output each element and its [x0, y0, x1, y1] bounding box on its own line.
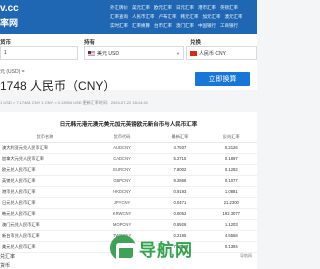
table-row[interactable]: 韩元兑人民币汇率 KRWCNY 0.0052 192.3077	[0, 208, 257, 220]
nav-link[interactable]: 韩元汇率	[181, 12, 199, 21]
currency-name[interactable]: 美元兑人民币汇率	[0, 241, 90, 253]
watermark-side-text: 导航网	[240, 253, 252, 258]
exchange-label: 兑换	[190, 40, 202, 46]
watermark: 导航网	[110, 228, 257, 268]
to-currency-value: 人民币 CNY	[199, 50, 226, 57]
nav-link[interactable]: 外汇牌价	[110, 3, 128, 12]
currency-name[interactable]: 港币兑人民币汇率	[0, 186, 90, 198]
currency-code: GBPCNY	[89, 175, 155, 187]
latest-rate: 7.8002	[154, 164, 206, 176]
nav-link[interactable]: 实时汇率	[110, 21, 128, 30]
reverse-rate: 0.1282	[205, 164, 257, 176]
page: v.cc 率网 外汇牌价 美元汇率 欧元汇率 日元汇率 港币汇率 英镑汇率 汇率…	[0, 0, 257, 269]
reverse-rate: 21.2300	[205, 197, 257, 209]
nav-row: 实时汇率 汇率换算 台币汇率 澳门汇率 中国银行 工商银行	[110, 21, 257, 30]
amount-input[interactable]: 1	[0, 46, 78, 60]
currency-name[interactable]: 英镑兑人民币汇率	[0, 175, 90, 187]
nav-link[interactable]: 工商银行	[220, 21, 238, 30]
column-header: 反向汇率	[205, 132, 257, 143]
nav-link[interactable]: 日元汇率	[176, 3, 194, 12]
nav-link[interactable]: 卢布汇率	[159, 12, 177, 21]
chevron-down-icon: ▼	[176, 50, 180, 56]
nav-link[interactable]: 澳元汇率	[225, 12, 243, 21]
reverse-rate: 0.1077	[205, 175, 257, 187]
site-logo[interactable]: v.cc 率网	[0, 2, 19, 30]
nav-link[interactable]: 汇率查询	[110, 12, 128, 21]
table-row[interactable]: 日元兑人民币汇率 JPYCNY 0.0471 21.2300	[0, 197, 257, 209]
currency-name[interactable]: 澳门元兑人民币汇率	[0, 219, 90, 231]
currency-code: KRWCNY	[89, 208, 155, 220]
nav-link[interactable]: 人民币汇率	[132, 12, 155, 21]
conversion-result: 1748 人民币（CNY）	[0, 79, 116, 93]
table-row[interactable]: 欧元兑人民币汇率 EURCNY 7.8002 0.1282	[0, 164, 257, 176]
currency-name[interactable]: 欧元兑人民币汇率	[0, 164, 90, 176]
currency-name[interactable]: 韩元兑人民币汇率	[0, 208, 90, 220]
nav-link[interactable]: 英镑汇率	[220, 3, 238, 12]
nav-link[interactable]: 港币汇率	[198, 3, 216, 12]
to-currency-select[interactable]: 人民币 CNY	[186, 46, 257, 60]
logo-line2: 率网	[0, 18, 19, 28]
currency-code: JPYCNY	[89, 197, 155, 209]
site-header: v.cc 率网 外汇牌价 美元汇率 欧元汇率 日元汇率 港币汇率 英镑汇率 汇率…	[0, 0, 257, 34]
nav-row: 外汇牌价 美元汇率 欧元汇率 日元汇率 港币汇率 英镑汇率	[110, 3, 257, 12]
nav-link[interactable]: 澳门汇率	[176, 21, 194, 30]
currency-code: HKDCNY	[89, 186, 155, 198]
latest-rate: 4.7937	[154, 142, 206, 154]
nav-link[interactable]: 加元汇率	[203, 12, 221, 21]
table-header-row: 货币名称 货币代码 最新汇率 反向汇率	[0, 132, 257, 143]
column-header: 货币代码	[89, 132, 155, 143]
nav-link[interactable]: 中国银行	[198, 21, 216, 30]
from-currency-select[interactable]: 美元 USD ▼	[84, 46, 184, 60]
table-title: 日元韩元港元澳元美元加元英镑欧元新台币与人民币汇率	[59, 122, 198, 128]
hold-currency-label: 持有	[84, 40, 96, 46]
nav-link[interactable]: 欧元汇率	[154, 3, 172, 12]
table-row[interactable]: 澳大利亚元兑人民币汇率 AUDCNY 4.7937 0.2126	[0, 142, 257, 154]
amount-label: 货币	[0, 40, 12, 46]
currency-code: CADCNY	[89, 153, 155, 165]
currency-name[interactable]: 日元兑人民币汇率	[0, 197, 90, 209]
nav-link[interactable]: 美元汇率	[132, 3, 150, 12]
reverse-rate: 1.0881	[205, 186, 257, 198]
from-currency-value: 美元 USD	[97, 50, 119, 57]
currency-name[interactable]: 新台币兑人民币汇率	[0, 230, 90, 242]
unit-line: 元 (USD) =	[0, 69, 25, 75]
column-header: 货币名称	[0, 132, 90, 143]
reverse-rate: 0.2126	[205, 142, 257, 154]
column-header: 最新汇率	[154, 132, 206, 143]
latest-rate: 5.2715	[154, 153, 206, 165]
currency-code: EURCNY	[89, 164, 155, 176]
currency-code: AUDCNY	[89, 142, 155, 154]
reverse-rate: 192.3077	[205, 208, 257, 220]
us-flag-icon	[88, 50, 95, 56]
amount-value: 1	[4, 50, 7, 56]
cn-flag-icon	[190, 50, 197, 56]
reverse-rate: 0.1897	[205, 153, 257, 165]
table-row[interactable]: 英镑兑人民币汇率 GBPCNY 9.2866 0.1077	[0, 175, 257, 187]
convert-button[interactable]: 立即换算	[195, 72, 250, 86]
table-row[interactable]: 加拿大元兑人民币汇率 CADCNY 5.2715 0.1897	[0, 153, 257, 165]
watermark-text: 导航网	[139, 240, 193, 261]
latest-rate: 0.0052	[154, 208, 206, 220]
table-row[interactable]: 港币兑人民币汇率 HKDCNY 0.9193 1.0881	[0, 186, 257, 198]
section-label: 兑汇率	[0, 254, 16, 260]
latest-rate: 0.0471	[154, 197, 206, 209]
nav-link[interactable]: 汇率换算	[132, 21, 150, 30]
logo-line1: v.cc	[0, 3, 19, 14]
nav-row: 汇率查询 人民币汇率 卢布汇率 韩元汇率 加元汇率 澳元汇率	[110, 12, 257, 21]
latest-rate: 0.9193	[154, 186, 206, 198]
rate-line: 1 USD = 7.17481 CNY 1 CNY = 0.13994 USD …	[0, 100, 148, 105]
currency-name[interactable]: 加拿大元兑人民币汇率	[0, 153, 90, 165]
currency-name[interactable]: 澳大利亚元兑人民币汇率	[0, 142, 90, 154]
latest-rate: 9.2866	[154, 175, 206, 187]
top-nav: 外汇牌价 美元汇率 欧元汇率 日元汇率 港币汇率 英镑汇率 汇率查询 人民币汇率…	[110, 3, 257, 30]
section-label: 货币	[0, 263, 11, 269]
nav-link[interactable]: 台币汇率	[154, 21, 172, 30]
wifi-logo-icon	[110, 235, 136, 261]
